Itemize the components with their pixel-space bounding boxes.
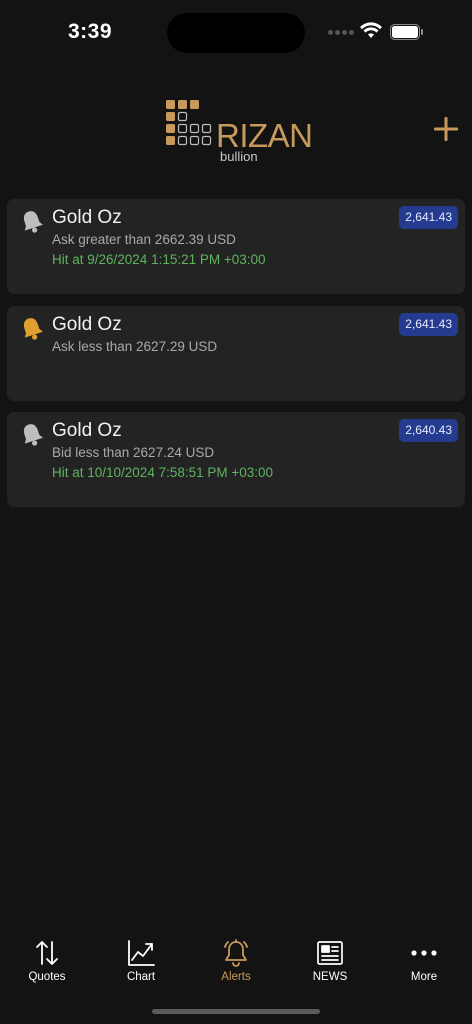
tab-news[interactable]: NEWS [283,938,377,994]
price-badge: 2,641.43 [399,313,458,336]
alert-condition: Bid less than 2627.24 USD [52,445,215,460]
rizan-logo: RIZAN bullion [164,98,314,164]
alert-hit-time: Hit at 9/26/2024 1:15:21 PM +03:00 [52,252,266,267]
tab-quotes[interactable]: Quotes [0,938,94,994]
alert-symbol: Gold Oz [52,207,122,228]
home-indicator[interactable] [152,1009,320,1014]
status-bar: 3:39 [0,0,472,64]
tab-more[interactable]: More [377,938,471,994]
bell-icon [23,211,43,233]
sort-arrows-icon [36,941,58,965]
alert-condition: Ask less than 2627.29 USD [52,339,218,354]
tab-label: Quotes [28,971,66,983]
logo-subtitle: bullion [220,149,258,164]
bell-icon [224,939,248,967]
line-chart-icon [128,940,155,966]
bell-icon [23,424,43,446]
tab-alerts[interactable]: Alerts [189,938,283,994]
battery-icon [390,24,423,40]
tab-label: NEWS [312,971,348,983]
alert-hit-time: Hit at 10/10/2024 7:58:51 PM +03:00 [52,465,274,480]
tab-chart[interactable]: Chart [94,938,188,994]
alert-item[interactable]: Gold Oz Ask less than 2627.29 USD 2,641.… [7,306,465,401]
alert-symbol: Gold Oz [52,420,122,441]
bell-icon [23,318,43,340]
alert-symbol: Gold Oz [52,314,122,335]
price-badge: 2,640.43 [399,419,458,442]
plus-icon [434,117,458,141]
status-time: 3:39 [68,20,113,43]
tab-label: More [410,971,438,983]
newspaper-icon [317,941,343,965]
logo-mark-icon: RIZAN bullion [166,100,313,164]
wifi-icon [360,22,382,38]
alert-item[interactable]: Gold Oz Ask greater than 2662.39 USD Hit… [7,199,465,294]
alert-item[interactable]: Gold Oz Bid less than 2627.24 USD Hit at… [7,412,465,507]
tab-label: Chart [126,971,156,983]
ellipsis-icon [411,950,437,956]
price-badge: 2,641.43 [399,206,458,229]
add-alert-button[interactable] [430,113,462,145]
tab-label: Alerts [221,971,251,983]
dynamic-island [167,13,305,53]
alert-condition: Ask greater than 2662.39 USD [52,232,236,247]
cellular-signal-icon [328,30,354,36]
